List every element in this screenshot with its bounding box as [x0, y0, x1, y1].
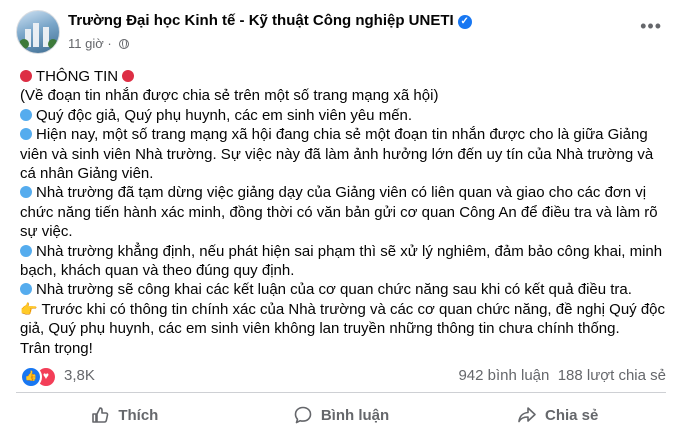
paragraph-text: Hiện nay, một số trang mạng xã hội đang …: [20, 126, 654, 183]
like-reaction-icon: 👍: [20, 366, 42, 388]
post-timestamp[interactable]: 11 giờ: [68, 36, 104, 51]
share-button[interactable]: Chia sẻ: [449, 396, 666, 434]
post-stats: 👍 ♥ 3,8K 942 bình luận 188 lượt chia sẻ: [20, 366, 666, 388]
page-name[interactable]: Trường Đại học Kinh tế - Kỹ thuật Công n…: [68, 12, 454, 29]
page-avatar[interactable]: [16, 10, 60, 54]
post-body: THÔNG TIN (Về đoạn tin nhắn được chia sẻ…: [20, 67, 670, 358]
reaction-count[interactable]: 3,8K: [64, 367, 95, 384]
thumbs-up-icon: [92, 407, 109, 423]
share-arrow-icon: [518, 407, 536, 423]
paragraph-text: Trân trọng!: [20, 339, 93, 357]
pointing-hand-icon: 👉: [20, 300, 38, 317]
more-options-button[interactable]: •••: [640, 16, 662, 37]
public-globe-icon: [119, 39, 130, 49]
post-card: Trường Đại học Kinh tế - Kỹ thuật Công n…: [0, 0, 682, 437]
share-label: Chia sẻ: [545, 406, 599, 424]
post-paragraph: 👉 Trước khi có thông tin chính xác của Nh…: [20, 300, 670, 339]
stats-right: 942 bình luận 188 lượt chia sẻ: [458, 367, 666, 384]
post-paragraph: Quý độc giả, Quý phụ huynh, các em sinh …: [20, 106, 670, 125]
blue-circle-icon: [20, 108, 32, 121]
paragraph-text: Nhà trường sẽ công khai các kết luận của…: [36, 281, 632, 299]
like-button[interactable]: Thích: [16, 396, 233, 434]
verified-badge-icon: ✓: [457, 15, 472, 29]
comment-button[interactable]: Bình luận: [233, 396, 450, 434]
post-paragraph: Hiện nay, một số trang mạng xã hội đang …: [20, 125, 670, 183]
stats-divider: [16, 392, 666, 393]
post-paragraph: Nhà trường khẳng định, nếu phát hiện sai…: [20, 242, 670, 281]
comment-label: Bình luận: [320, 406, 390, 424]
red-circle-icon: [122, 70, 135, 82]
paragraph-text: (Về đoạn tin nhắn được chia sẻ trên một …: [20, 87, 439, 105]
comment-count[interactable]: 942 bình luận: [458, 367, 549, 384]
post-paragraph: Trân trọng!: [20, 339, 670, 358]
page-name-link[interactable]: Trường Đại học Kinh tế - Kỹ thuật Công n…: [68, 12, 472, 29]
post-headline-line: THÔNG TIN: [20, 67, 670, 86]
paragraph-text: Nhà trường khẳng định, nếu phát hiện sai…: [20, 242, 663, 280]
blue-circle-icon: [20, 244, 32, 257]
post-meta: 11 giờ ·: [68, 36, 130, 51]
post-header: Trường Đại học Kinh tế - Kỹ thuật Công n…: [16, 10, 666, 58]
post-paragraph: (Về đoạn tin nhắn được chia sẻ trên một …: [20, 86, 670, 105]
post-paragraph: Nhà trường đã tạm dừng việc giảng dạy củ…: [20, 183, 670, 241]
comment-bubble-icon: [294, 406, 312, 424]
paragraph-text: Quý độc giả, Quý phụ huynh, các em sinh …: [36, 106, 413, 124]
paragraph-text: Trước khi có thông tin chính xác của Nhà…: [20, 300, 666, 338]
blue-circle-icon: [20, 283, 32, 296]
share-count[interactable]: 188 lượt chia sẻ: [558, 367, 666, 384]
blue-circle-icon: [20, 186, 32, 199]
post-headline: THÔNG TIN: [35, 68, 119, 85]
action-bar: Thích Bình luận Chia sẻ: [16, 396, 666, 434]
like-label: Thích: [118, 406, 159, 424]
red-circle-icon: [20, 70, 32, 82]
post-paragraph: Nhà trường sẽ công khai các kết luận của…: [20, 280, 670, 299]
blue-circle-icon: [20, 128, 32, 141]
paragraph-text: Nhà trường đã tạm dừng việc giảng dạy củ…: [20, 184, 658, 241]
